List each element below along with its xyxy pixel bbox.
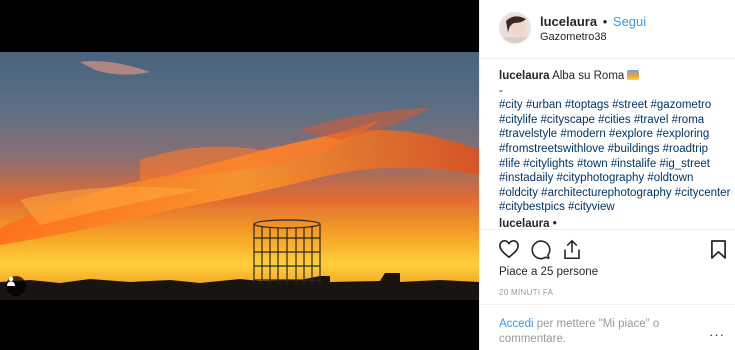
heart-icon[interactable]	[498, 239, 520, 264]
sunrise-icon	[627, 70, 640, 80]
post-photo[interactable]	[0, 0, 479, 350]
sunset-photo	[0, 0, 479, 350]
avatar[interactable]	[499, 12, 531, 44]
post-caption: lucelaura Alba su Roma - #city #urban #t…	[499, 69, 731, 215]
bookmark-icon[interactable]	[710, 239, 727, 265]
caption-dash: -	[499, 84, 503, 97]
likes-count[interactable]: Piace a 25 persone	[499, 266, 598, 278]
action-bar	[480, 229, 735, 265]
login-prompt-text: Accedi per mettere "Mi piace" o commenta…	[499, 317, 674, 347]
more-options-icon[interactable]: ···	[709, 327, 725, 342]
share-icon[interactable]	[562, 239, 582, 265]
caption-text: Alba su Roma	[552, 70, 625, 82]
separator-dot: •	[602, 14, 608, 29]
user-tag-icon[interactable]	[6, 276, 26, 296]
location-link[interactable]: Gazometro38	[540, 31, 607, 43]
login-prompt: Accedi per mettere "Mi piace" o commenta…	[480, 304, 735, 350]
login-link[interactable]: Accedi	[499, 318, 534, 330]
caption-hashtags[interactable]: #city #urban #toptags #street #gazometro…	[499, 98, 731, 215]
post-sidebar: lucelaura • Segui Gazometro38 lucelaura …	[479, 0, 735, 350]
post-header: lucelaura • Segui Gazometro38	[480, 0, 735, 59]
instagram-post: lucelaura • Segui Gazometro38 lucelaura …	[0, 0, 735, 350]
caption-username[interactable]: lucelaura	[499, 70, 550, 82]
header-username[interactable]: lucelaura	[540, 14, 597, 29]
post-timestamp: 20 MINUTI FA	[499, 288, 554, 297]
follow-button[interactable]: Segui	[613, 14, 646, 29]
header-user-line: lucelaura • Segui	[540, 14, 646, 29]
comment-icon[interactable]	[530, 239, 551, 265]
